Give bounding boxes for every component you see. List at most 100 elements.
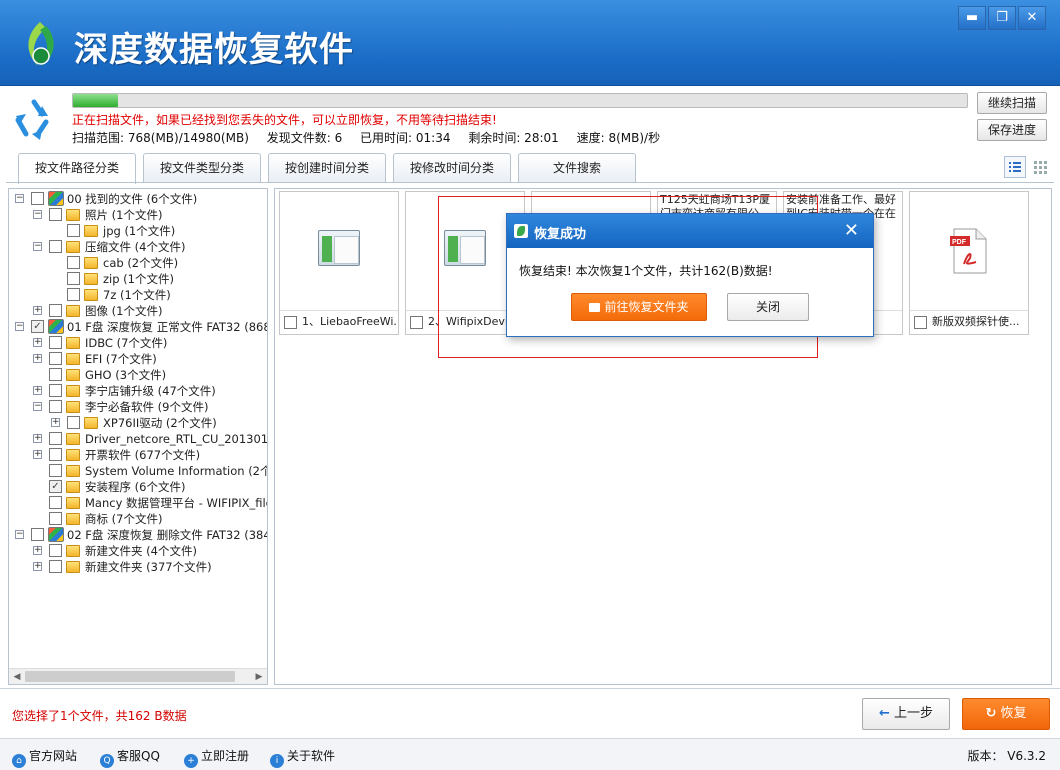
tree-node[interactable]: jpg (1个文件) bbox=[9, 223, 267, 239]
tree-node[interactable]: ✓ 安装程序 (6个文件) bbox=[9, 479, 267, 495]
tree-node[interactable]: − 02 F盘 深度恢复 删除文件 FAT32 (384 bbox=[9, 527, 267, 543]
tree-checkbox[interactable] bbox=[49, 240, 62, 253]
tree-horizontal-scrollbar[interactable]: ◀ ▶ bbox=[9, 668, 267, 684]
tree-node[interactable]: Mancy 数据管理平台 - WIFIPIX_files bbox=[9, 495, 267, 511]
tree-checkbox[interactable] bbox=[31, 192, 44, 205]
collapse-icon[interactable]: − bbox=[15, 530, 24, 539]
save-progress-button[interactable]: 保存进度 bbox=[977, 119, 1047, 141]
tree-node[interactable]: + 图像 (1个文件) bbox=[9, 303, 267, 319]
expand-icon[interactable]: + bbox=[33, 386, 42, 395]
collapse-icon[interactable]: − bbox=[33, 242, 42, 251]
expand-icon[interactable]: + bbox=[33, 306, 42, 315]
expand-icon[interactable]: + bbox=[33, 546, 42, 555]
expand-icon[interactable]: + bbox=[33, 450, 42, 459]
tree-checkbox[interactable] bbox=[49, 432, 62, 445]
expand-icon[interactable]: + bbox=[33, 562, 42, 571]
tree-checkbox[interactable] bbox=[49, 368, 62, 381]
previous-step-button[interactable]: ← 上一步 bbox=[862, 698, 950, 730]
tree-checkbox[interactable]: ✓ bbox=[49, 480, 62, 493]
expand-icon[interactable]: + bbox=[33, 354, 42, 363]
tree-node[interactable]: + 李宁店铺升级 (47个文件) bbox=[9, 383, 267, 399]
tree-checkbox[interactable] bbox=[49, 448, 62, 461]
dialog-close-button[interactable]: 关闭 bbox=[727, 293, 809, 321]
tree-node[interactable]: + 开票软件 (677个文件) bbox=[9, 447, 267, 463]
tree-node[interactable]: 商标 (7个文件) bbox=[9, 511, 267, 527]
collapse-icon[interactable]: − bbox=[33, 402, 42, 411]
tree-checkbox[interactable] bbox=[49, 464, 62, 477]
tree-checkbox[interactable] bbox=[49, 304, 62, 317]
file-card[interactable]: PDF 新版双频探针使... bbox=[909, 191, 1029, 335]
tree-node[interactable]: 7z (1个文件) bbox=[9, 287, 267, 303]
tab-by-created-time[interactable]: 按创建时间分类 bbox=[268, 153, 386, 183]
tree-node[interactable]: + XP76II驱动 (2个文件) bbox=[9, 415, 267, 431]
file-checkbox[interactable] bbox=[410, 316, 423, 329]
scrollbar-thumb[interactable] bbox=[25, 671, 235, 682]
tree-checkbox[interactable] bbox=[49, 384, 62, 397]
previous-step-label: 上一步 bbox=[893, 706, 933, 721]
collapse-icon[interactable]: − bbox=[15, 322, 24, 331]
folder-tree[interactable]: − 00 找到的文件 (6个文件) − 照片 (1个文件) jpg (1个文件) − 压缩文… bbox=[8, 188, 268, 685]
list-view-icon[interactable] bbox=[1004, 156, 1026, 178]
tree-checkbox[interactable] bbox=[67, 224, 80, 237]
tree-checkbox[interactable] bbox=[67, 416, 80, 429]
tree-checkbox[interactable] bbox=[31, 528, 44, 541]
tree-node[interactable]: − 00 找到的文件 (6个文件) bbox=[9, 191, 267, 207]
tree-checkbox[interactable] bbox=[49, 560, 62, 573]
expand-icon[interactable]: + bbox=[51, 418, 60, 427]
tree-checkbox[interactable] bbox=[49, 544, 62, 557]
open-recovery-folder-button[interactable]: 前往恢复文件夹 bbox=[571, 293, 707, 321]
folder-icon bbox=[84, 289, 98, 301]
tree-checkbox[interactable] bbox=[67, 272, 80, 285]
tree-node-label: 李宁店铺升级 (47个文件) bbox=[85, 384, 216, 398]
tree-node[interactable]: + 新建文件夹 (377个文件) bbox=[9, 559, 267, 575]
scroll-left-icon[interactable]: ◀ bbox=[10, 670, 24, 684]
tree-checkbox[interactable] bbox=[49, 400, 62, 413]
register-link[interactable]: + 立即注册 bbox=[184, 747, 249, 768]
tree-node[interactable]: zip (1个文件) bbox=[9, 271, 267, 287]
tree-node[interactable]: + IDBC (7个文件) bbox=[9, 335, 267, 351]
scroll-right-icon[interactable]: ▶ bbox=[252, 670, 266, 684]
expand-icon[interactable]: + bbox=[33, 338, 42, 347]
grid-view-icon[interactable] bbox=[1029, 156, 1051, 178]
recovery-success-dialog: 恢复成功 ✕ 恢复结束! 本次恢复1个文件，共计162(B)数据! 前往恢复文件… bbox=[506, 213, 874, 337]
tree-checkbox[interactable] bbox=[49, 336, 62, 349]
tree-checkbox[interactable] bbox=[49, 208, 62, 221]
tree-node[interactable]: − 压缩文件 (4个文件) bbox=[9, 239, 267, 255]
tab-by-modified-time[interactable]: 按修改时间分类 bbox=[393, 153, 511, 183]
tree-node[interactable]: GHO (3个文件) bbox=[9, 367, 267, 383]
close-window-button[interactable]: ✕ bbox=[1018, 6, 1046, 30]
tree-checkbox[interactable] bbox=[67, 256, 80, 269]
official-site-link[interactable]: ⌂ 官方网站 bbox=[12, 747, 77, 768]
tree-checkbox[interactable]: ✓ bbox=[31, 320, 44, 333]
scan-speed: 速度: 8(MB)/秒 bbox=[576, 131, 661, 145]
file-checkbox[interactable] bbox=[914, 316, 927, 329]
tab-file-search[interactable]: 文件搜索 bbox=[518, 153, 636, 183]
minimize-button[interactable]: ▬ bbox=[958, 6, 986, 30]
tree-node[interactable]: − 照片 (1个文件) bbox=[9, 207, 267, 223]
expand-icon[interactable]: + bbox=[33, 434, 42, 443]
tab-by-path[interactable]: 按文件路径分类 bbox=[18, 153, 136, 184]
tree-node[interactable]: + 新建文件夹 (4个文件) bbox=[9, 543, 267, 559]
tree-checkbox[interactable] bbox=[49, 352, 62, 365]
tab-by-type[interactable]: 按文件类型分类 bbox=[143, 153, 261, 183]
collapse-icon[interactable]: − bbox=[15, 194, 24, 203]
restore-button[interactable]: ❐ bbox=[988, 6, 1016, 30]
tree-node[interactable]: System Volume Information (2个文 bbox=[9, 463, 267, 479]
collapse-icon[interactable]: − bbox=[33, 210, 42, 219]
tree-node[interactable]: cab (2个文件) bbox=[9, 255, 267, 271]
support-qq-link[interactable]: Q 客服QQ bbox=[100, 747, 160, 768]
about-link[interactable]: i 关于软件 bbox=[270, 747, 335, 768]
tree-checkbox[interactable] bbox=[49, 496, 62, 509]
file-card[interactable]: 1、LiebaoFreeWi... bbox=[279, 191, 399, 335]
tree-checkbox[interactable] bbox=[67, 288, 80, 301]
tree-node[interactable]: + Driver_netcore_RTL_CU_20130121 bbox=[9, 431, 267, 447]
tree-node[interactable]: − 李宁必备软件 (9个文件) bbox=[9, 399, 267, 415]
tree-checkbox[interactable] bbox=[49, 512, 62, 525]
file-checkbox[interactable] bbox=[284, 316, 297, 329]
tree-node[interactable]: − ✓ 01 F盘 深度恢复 正常文件 FAT32 (868 bbox=[9, 319, 268, 335]
tree-node-label: 01 F盘 深度恢复 正常文件 FAT32 (868 bbox=[67, 320, 268, 334]
recover-button[interactable]: ↻ 恢复 bbox=[962, 698, 1050, 730]
tree-node[interactable]: + EFI (7个文件) bbox=[9, 351, 267, 367]
continue-scan-button[interactable]: 继续扫描 bbox=[977, 92, 1047, 114]
dialog-close-icon[interactable]: ✕ bbox=[844, 220, 859, 241]
